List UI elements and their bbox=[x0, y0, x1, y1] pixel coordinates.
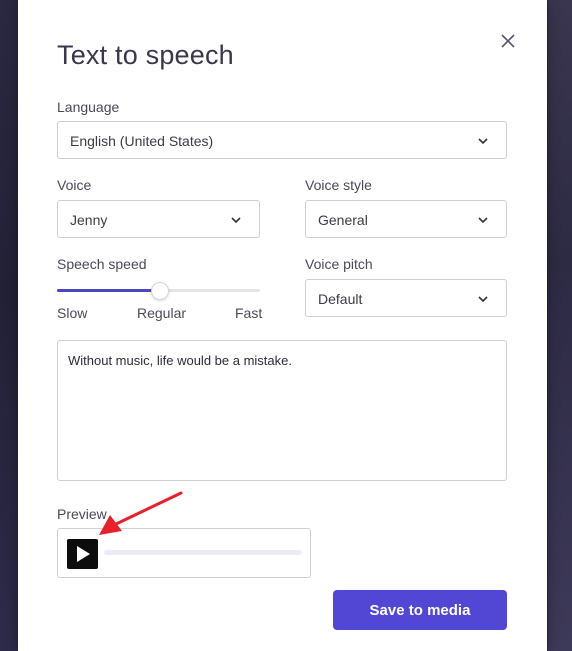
slider-thumb[interactable] bbox=[150, 282, 169, 300]
close-icon bbox=[501, 34, 515, 48]
voice-label: Voice bbox=[57, 177, 92, 193]
voice-style-select[interactable]: General bbox=[305, 200, 507, 238]
voice-select[interactable]: Jenny bbox=[57, 200, 260, 238]
chevron-down-icon bbox=[478, 296, 488, 303]
voice-pitch-value: Default bbox=[318, 291, 363, 307]
play-button[interactable] bbox=[67, 539, 98, 569]
chevron-down-icon bbox=[478, 138, 488, 145]
app-background-edge bbox=[548, 0, 572, 651]
save-to-media-button[interactable]: Save to media bbox=[333, 590, 507, 630]
script-textarea[interactable]: Without music, life would be a mistake. bbox=[57, 340, 507, 481]
language-select[interactable]: English (United States) bbox=[57, 121, 507, 159]
chevron-down-icon bbox=[478, 217, 488, 224]
voice-style-label: Voice style bbox=[305, 177, 372, 193]
slider-fill bbox=[57, 289, 159, 292]
voice-pitch-select[interactable]: Default bbox=[305, 279, 507, 317]
text-to-speech-dialog: Text to speech Language English (United … bbox=[18, 0, 547, 651]
play-icon bbox=[77, 546, 90, 562]
close-button[interactable] bbox=[497, 30, 519, 52]
script-text: Without music, life would be a mistake. bbox=[68, 353, 292, 368]
voice-pitch-label: Voice pitch bbox=[305, 256, 373, 272]
preview-player bbox=[57, 528, 311, 578]
voice-style-value: General bbox=[318, 212, 368, 228]
speed-regular-label: Regular bbox=[137, 305, 187, 321]
language-value: English (United States) bbox=[70, 133, 214, 149]
speech-speed-label: Speech speed bbox=[57, 256, 147, 272]
speed-slow-label: Slow bbox=[57, 305, 88, 321]
chevron-down-icon bbox=[231, 217, 241, 224]
preview-label: Preview bbox=[57, 506, 107, 522]
language-label: Language bbox=[57, 99, 120, 115]
voice-value: Jenny bbox=[70, 212, 108, 228]
dialog-title: Text to speech bbox=[57, 40, 234, 70]
speed-fast-label: Fast bbox=[235, 305, 263, 321]
audio-progress-track[interactable] bbox=[104, 550, 302, 555]
speech-speed-slider[interactable] bbox=[57, 280, 260, 300]
